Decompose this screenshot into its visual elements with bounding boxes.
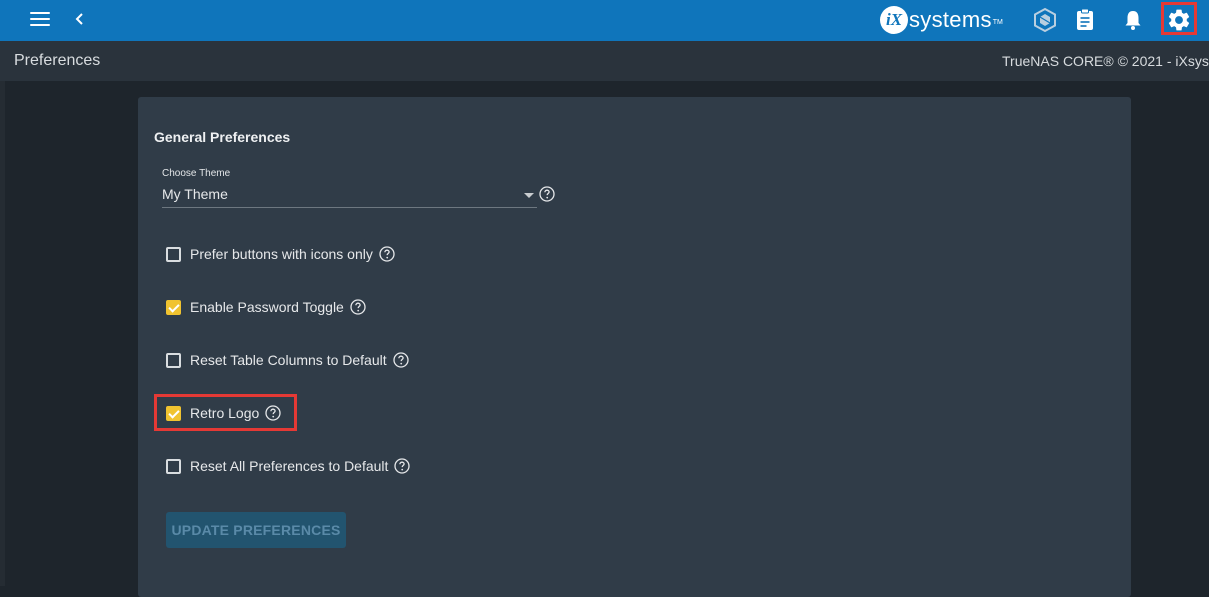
update-preferences-button[interactable]: UPDATE PREFERENCES <box>166 512 346 548</box>
top-toolbar: iX systems TM <box>0 0 1209 41</box>
option-password-toggle: Enable Password Toggle <box>166 297 366 317</box>
page-header: Preferences TrueNAS CORE® © 2021 - iXsys… <box>0 41 1209 81</box>
sidebar-collapsed <box>0 81 5 586</box>
help-icon[interactable] <box>379 246 395 262</box>
theme-help-icon[interactable] <box>539 186 555 202</box>
help-icon[interactable] <box>394 458 411 474</box>
general-preferences-card: General Preferences Choose Theme My Them… <box>138 97 1131 597</box>
checkbox-reset-table-columns[interactable] <box>166 352 181 368</box>
checkbox-password-toggle[interactable] <box>166 299 181 315</box>
help-icon[interactable] <box>350 299 366 315</box>
help-icon[interactable] <box>392 352 409 368</box>
page-title: Preferences <box>14 52 101 69</box>
truecommand-icon[interactable] <box>1032 7 1058 33</box>
back-icon[interactable] <box>72 9 88 29</box>
option-label: Enable Password Toggle <box>190 299 344 315</box>
dropdown-arrow-icon <box>524 193 534 198</box>
theme-select-value: My Theme <box>162 186 228 202</box>
copyright-text: TrueNAS CORE® © 2021 - iXsystems <box>1002 53 1209 69</box>
notifications-icon[interactable] <box>1120 7 1146 33</box>
option-prefer-icon-buttons: Prefer buttons with icons only <box>166 244 395 264</box>
task-manager-icon[interactable] <box>1072 7 1098 33</box>
option-reset-table-columns: Reset Table Columns to Default <box>166 350 409 370</box>
logo-trademark: TM <box>992 19 1003 26</box>
option-reset-all-preferences: Reset All Preferences to Default <box>166 456 411 476</box>
theme-select[interactable]: My Theme <box>162 183 537 208</box>
option-label: Reset Table Columns to Default <box>190 352 387 368</box>
logo-text: systems <box>909 7 992 32</box>
option-label: Reset All Preferences to Default <box>190 458 389 474</box>
checkbox-reset-all-preferences[interactable] <box>166 458 181 474</box>
card-title: General Preferences <box>154 129 291 145</box>
settings-highlight-box <box>1161 2 1197 35</box>
theme-select-label: Choose Theme <box>162 168 231 179</box>
logo-mark: iX <box>880 6 908 34</box>
retro-logo-highlight-box <box>154 394 297 431</box>
checkbox-prefer-icon-buttons[interactable] <box>166 246 181 262</box>
option-label: Prefer buttons with icons only <box>190 246 373 262</box>
menu-icon[interactable] <box>30 12 50 28</box>
ixsystems-logo: iX systems TM <box>880 6 1003 34</box>
